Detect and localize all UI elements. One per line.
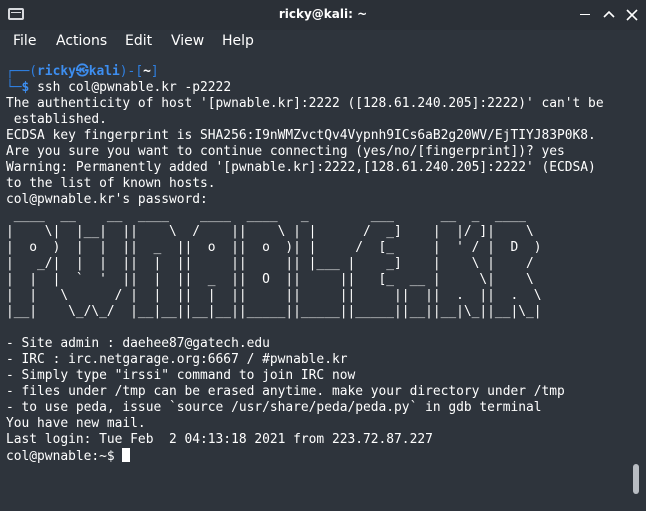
prompt-separator: )-[: [119, 64, 144, 79]
terminal-window: ricky@kali: ~ File Actions Edit View Hel…: [0, 0, 646, 511]
pwnable-banner-art: ____ __ __ ____ ____ ____ _ ___ __ _ ___…: [6, 208, 542, 319]
output-line-6: to the list of known hosts.: [6, 176, 216, 191]
scrollbar-thumb[interactable]: [633, 464, 639, 494]
menu-edit[interactable]: Edit: [125, 33, 152, 49]
chevron-up-icon: [603, 10, 615, 18]
motd-line-4: - files under /tmp can be erased anytime…: [6, 384, 565, 399]
prompt-frame-bottom: └─: [6, 80, 22, 95]
terminal-text: ┌──(ricky㉿kali)-[~] └─$ ssh col@pwnable.…: [6, 64, 604, 465]
menu-bar: File Actions Edit View Help: [0, 30, 646, 54]
prompt-dir: ~: [143, 64, 151, 79]
prompt-host: kali: [88, 64, 120, 79]
prompt-dollar: $: [21, 80, 38, 95]
output-line-2: established.: [6, 112, 107, 127]
menu-file[interactable]: File: [13, 33, 36, 49]
menu-actions[interactable]: Actions: [56, 33, 107, 49]
prompt-user: ricky: [37, 64, 76, 79]
output-line-3: ECDSA key fingerprint is SHA256:I9nWMZvc…: [6, 128, 596, 143]
output-line-4: Are you sure you want to continue connec…: [6, 144, 565, 159]
motd-line-2: - IRC : irc.netgarage.org:6667 / #pwnabl…: [6, 352, 348, 367]
close-button[interactable]: [621, 4, 643, 26]
maximize-button[interactable]: [598, 4, 620, 26]
minimize-icon: [580, 14, 590, 15]
motd-line-7: Last login: Tue Feb 2 04:13:18 2021 from…: [6, 432, 433, 447]
output-line-5: Warning: Permanently added '[pwnable.kr]…: [6, 160, 596, 175]
motd-line-3: - Simply type "irssi" command to join IR…: [6, 368, 356, 383]
command-text: ssh col@pwnable.kr -p2222: [37, 80, 232, 95]
text-cursor: [122, 448, 131, 462]
output-line-7: col@pwnable.kr's password:: [6, 192, 208, 207]
motd-line-6: You have new mail.: [6, 416, 146, 431]
output-line-1: The authenticity of host '[pwnable.kr]:2…: [6, 96, 604, 111]
motd-line-1: - Site admin : daehee87@gatech.edu: [6, 336, 270, 351]
menu-view[interactable]: View: [171, 33, 204, 49]
prompt-frame-top: ┌──(: [6, 64, 38, 79]
motd-line-5: - to use peda, issue `source /usr/share/…: [6, 400, 542, 415]
window-title: ricky@kali: ~: [278, 7, 368, 21]
prompt-bracket-close: ]: [150, 64, 159, 79]
minimize-button[interactable]: [574, 4, 596, 26]
menu-help[interactable]: Help: [222, 33, 254, 49]
prompt-at-symbol: ㉿: [75, 64, 89, 79]
title-bar[interactable]: ricky@kali: ~: [0, 0, 646, 30]
terminal-output-area[interactable]: ┌──(ricky㉿kali)-[~] └─$ ssh col@pwnable.…: [0, 54, 630, 511]
remote-prompt: col@pwnable:~$: [6, 449, 123, 464]
close-icon: [626, 9, 638, 21]
vertical-scrollbar[interactable]: [630, 54, 646, 511]
